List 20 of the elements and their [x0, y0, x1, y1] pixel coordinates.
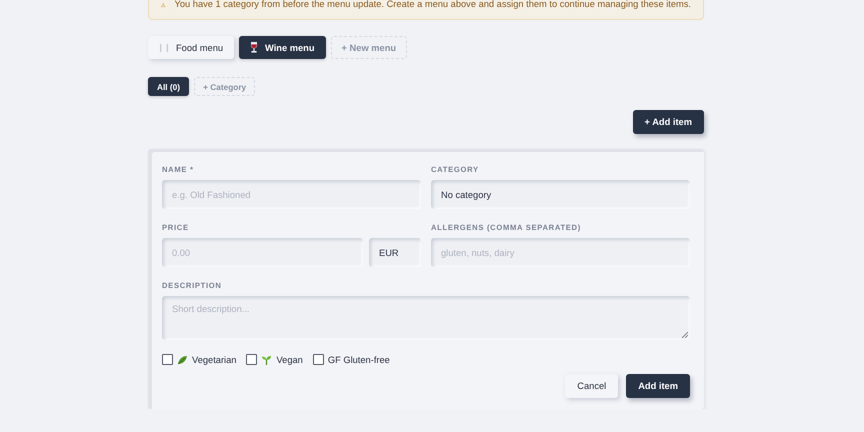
leaf-icon [177, 354, 188, 364]
menu-tab[interactable]: Food menu [148, 36, 234, 59]
cancel-button[interactable]: Cancel [565, 374, 618, 398]
warning-text: You have 1 category from before the menu update. Create a menu above and assign them to continue managing these items. [174, 0, 691, 9]
checkbox[interactable] [246, 354, 258, 365]
submit-button[interactable]: Add item [626, 374, 690, 398]
option-label: Vegan [276, 354, 303, 364]
option-label: Vegetarian [192, 354, 236, 364]
currency-field[interactable]: EUR [369, 238, 421, 267]
menu-tab[interactable]: Wine menu [239, 36, 326, 59]
category-tab[interactable]: All (0) [148, 77, 190, 96]
checkbox[interactable] [162, 354, 173, 365]
add-item-button[interactable]: + Add item [632, 110, 704, 134]
checkbox[interactable] [312, 354, 324, 365]
wine-glass-icon [250, 42, 258, 53]
sprout-icon [261, 354, 272, 364]
option-label: GF Gluten-free [328, 354, 390, 364]
warning-icon [161, 0, 166, 10]
category-dropdown[interactable]: No category [431, 180, 690, 209]
resize-handle-icon[interactable] [682, 332, 688, 338]
